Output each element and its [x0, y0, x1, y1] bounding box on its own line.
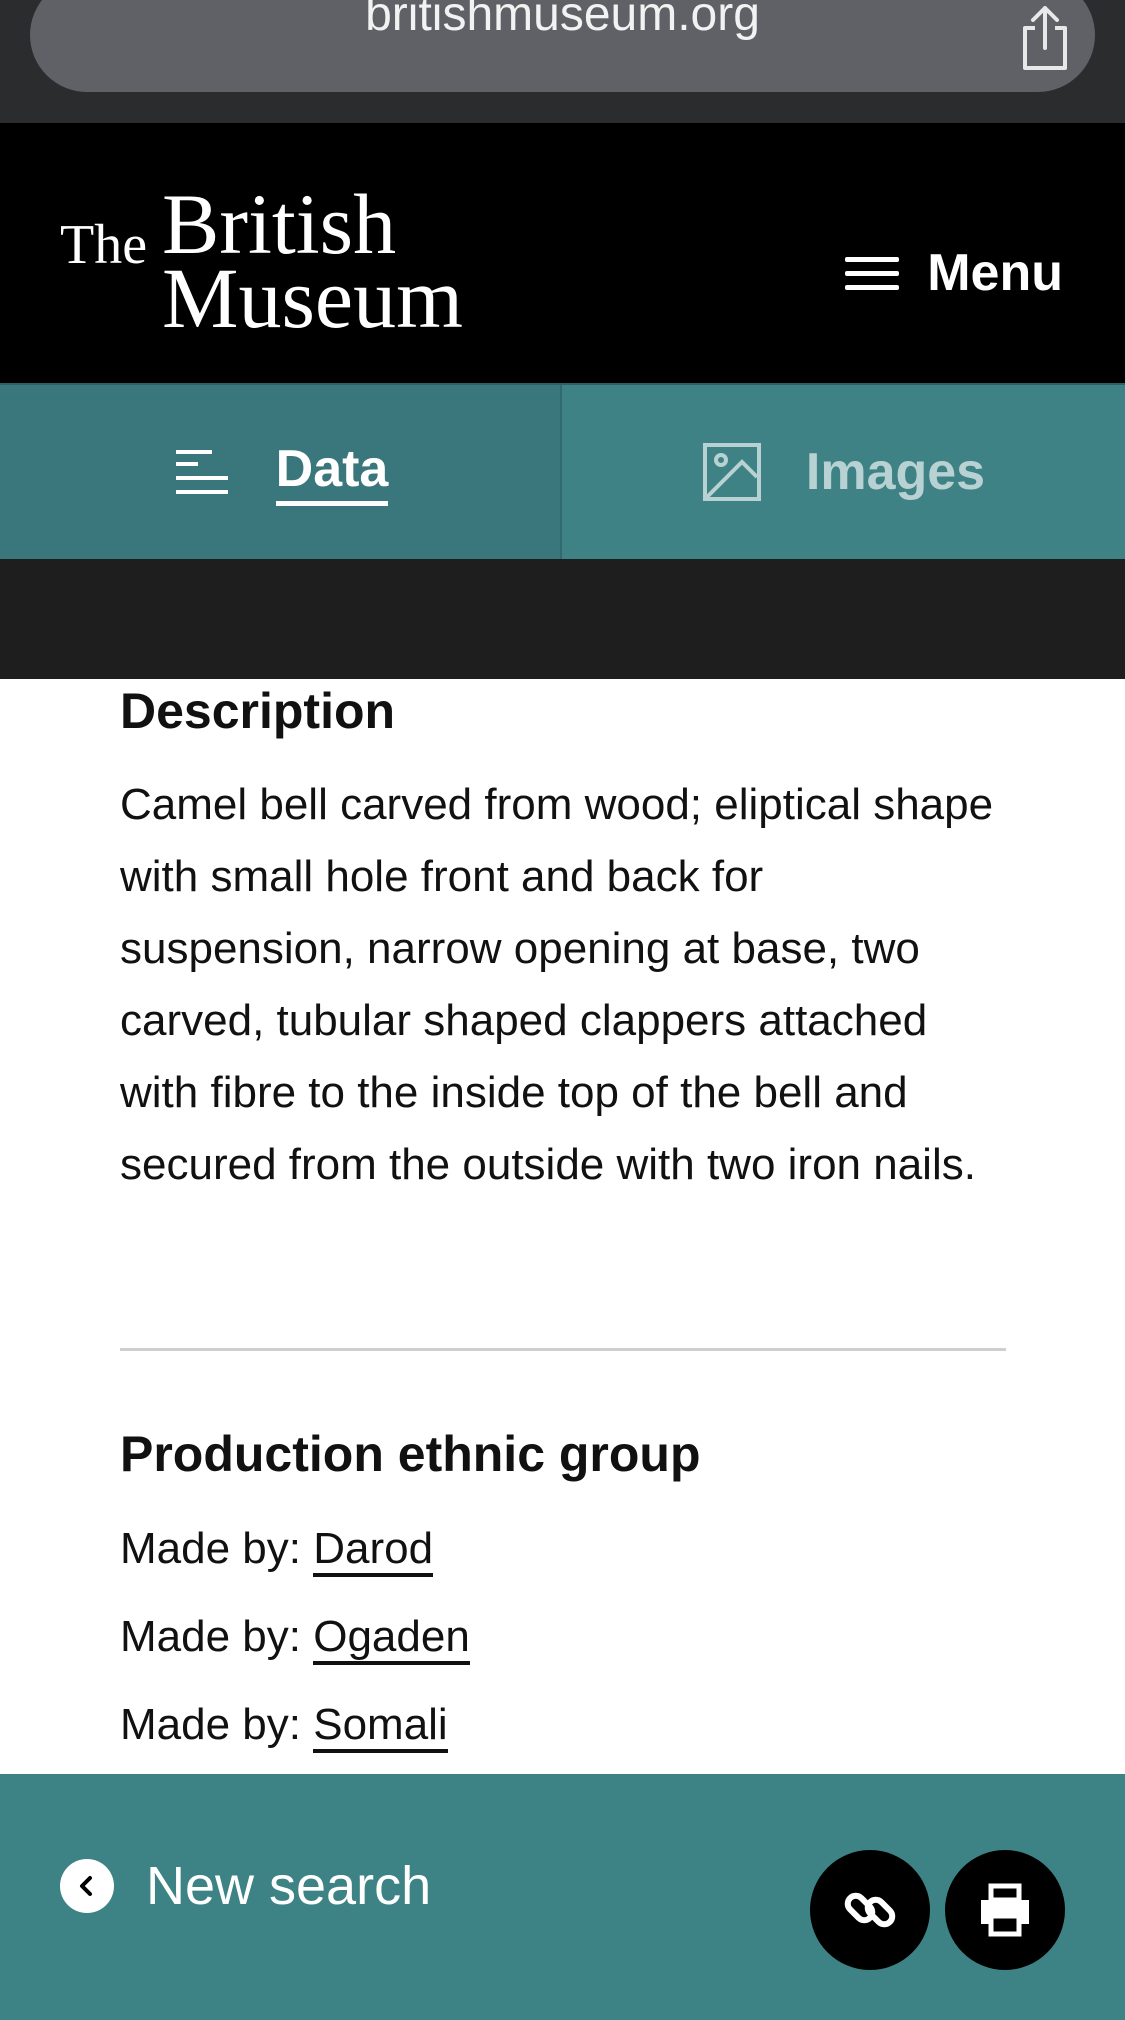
description-text: Camel bell carved from wood; eliptical s… — [120, 780, 994, 1189]
ethnic-group-link-somali[interactable]: Somali — [313, 1700, 448, 1753]
new-search-label: New search — [146, 1856, 432, 1916]
tab-images-label: Images — [805, 443, 986, 501]
section-divider — [120, 1348, 1006, 1351]
made-by-label: Made by: — [120, 1700, 301, 1749]
production-heading: Production ethnic group — [120, 1426, 701, 1482]
logo-the: The — [60, 214, 148, 276]
production-item: Made by: Somali — [120, 1697, 448, 1753]
british-museum-logo[interactable]: The British Museum — [60, 181, 500, 341]
menu-button[interactable]: Menu — [845, 243, 1063, 303]
printer-icon — [981, 1883, 1029, 1937]
made-by-label: Made by: — [120, 1612, 301, 1661]
browser-bar: britishmuseum.org — [0, 0, 1125, 123]
new-search-button[interactable]: New search — [60, 1856, 431, 1916]
footer-bar: New search — [0, 1774, 1125, 2020]
copy-link-button[interactable] — [810, 1850, 930, 1970]
link-icon — [844, 1892, 896, 1928]
menu-label: Menu — [927, 244, 1063, 302]
hamburger-icon — [845, 253, 901, 293]
made-by-label: Made by: — [120, 1524, 301, 1573]
ethnic-group-link-darod[interactable]: Darod — [313, 1524, 434, 1577]
tab-images[interactable]: Images — [562, 385, 1125, 559]
print-button[interactable] — [945, 1850, 1065, 1970]
list-icon — [175, 450, 228, 494]
production-item: Made by: Ogaden — [120, 1609, 470, 1665]
tab-data-label: Data — [275, 439, 389, 506]
logo-museum: Museum — [162, 250, 463, 346]
tab-data[interactable]: Data — [0, 385, 560, 559]
share-icon[interactable] — [1017, 6, 1073, 72]
dark-strip — [0, 559, 1125, 679]
production-item: Made by: Darod — [120, 1521, 434, 1577]
url-text: britishmuseum.org — [365, 0, 760, 41]
chevron-left-icon — [60, 1859, 114, 1913]
ethnic-group-link-ogaden[interactable]: Ogaden — [313, 1612, 470, 1665]
view-tabs: Data Images — [0, 383, 1125, 559]
site-header: The British Museum Menu — [0, 123, 1125, 383]
url-bar[interactable]: britishmuseum.org — [30, 0, 1095, 92]
image-icon — [702, 443, 761, 501]
description-heading: Description — [120, 683, 396, 739]
